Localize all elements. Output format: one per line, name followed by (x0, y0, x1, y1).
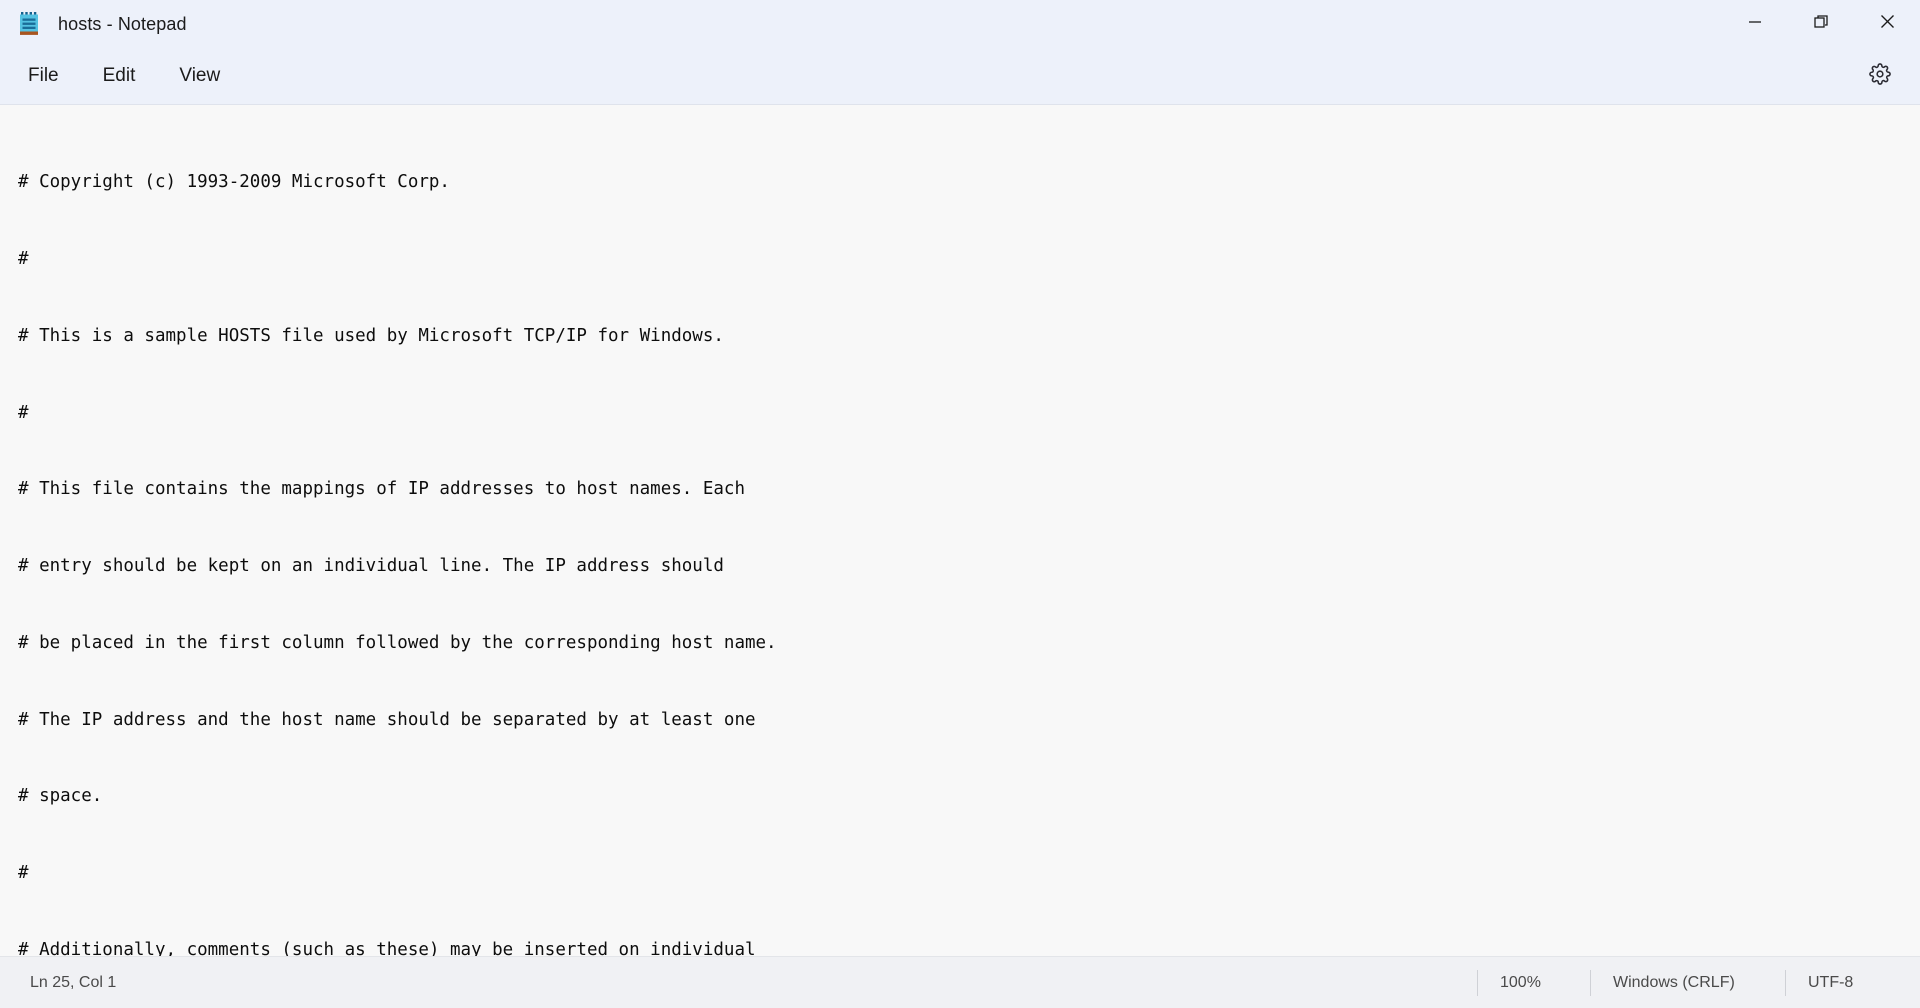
title-bar: hosts - Notepad (0, 0, 1920, 48)
minimize-button[interactable] (1722, 0, 1788, 48)
maximize-button[interactable] (1788, 0, 1854, 48)
restore-icon (1813, 14, 1829, 34)
close-button[interactable] (1854, 0, 1920, 48)
menu-item-file[interactable]: File (10, 57, 77, 95)
status-bar-right: 100% Windows (CRLF) UTF-8 (1477, 957, 1920, 1008)
code-line: # be placed in the first column followed… (18, 632, 777, 653)
code-line: # The IP address and the host name shoul… (18, 709, 756, 730)
code-line: # This is a sample HOSTS file used by Mi… (18, 325, 724, 346)
code-line: # Copyright (c) 1993-2009 Microsoft Corp… (18, 172, 450, 193)
encoding[interactable]: UTF-8 (1785, 969, 1920, 996)
line-ending[interactable]: Windows (CRLF) (1590, 969, 1785, 996)
minimize-icon (1748, 15, 1762, 34)
hosts-file-content[interactable]: # Copyright (c) 1993-2009 Microsoft Corp… (18, 119, 1920, 956)
code-line: # (18, 402, 29, 423)
settings-button[interactable] (1858, 54, 1902, 98)
text-editor-area[interactable]: # Copyright (c) 1993-2009 Microsoft Corp… (0, 105, 1920, 956)
code-line: # (18, 248, 29, 269)
notepad-window: hosts - Notepad File Edit View # Copyrig… (0, 0, 1920, 1008)
code-line: # space. (18, 786, 103, 807)
gear-icon (1869, 62, 1891, 90)
cursor-position: Ln 25, Col 1 (30, 973, 117, 991)
menu-bar: File Edit View (0, 48, 1920, 105)
status-bar: Ln 25, Col 1 100% Windows (CRLF) UTF-8 (0, 956, 1920, 1008)
zoom-level[interactable]: 100% (1477, 969, 1590, 996)
window-controls (1722, 0, 1920, 48)
title-bar-left: hosts - Notepad (0, 11, 187, 37)
code-line: # This file contains the mappings of IP … (18, 479, 745, 500)
menu-item-edit[interactable]: Edit (85, 57, 154, 95)
code-line: # entry should be kept on an individual … (18, 556, 724, 577)
menu-item-view[interactable]: View (161, 57, 238, 95)
window-title: hosts - Notepad (58, 13, 187, 34)
close-icon (1880, 14, 1895, 34)
code-line: # Additionally, comments (such as these)… (18, 940, 756, 956)
notepad-icon (18, 11, 42, 37)
code-line: # (18, 863, 29, 884)
